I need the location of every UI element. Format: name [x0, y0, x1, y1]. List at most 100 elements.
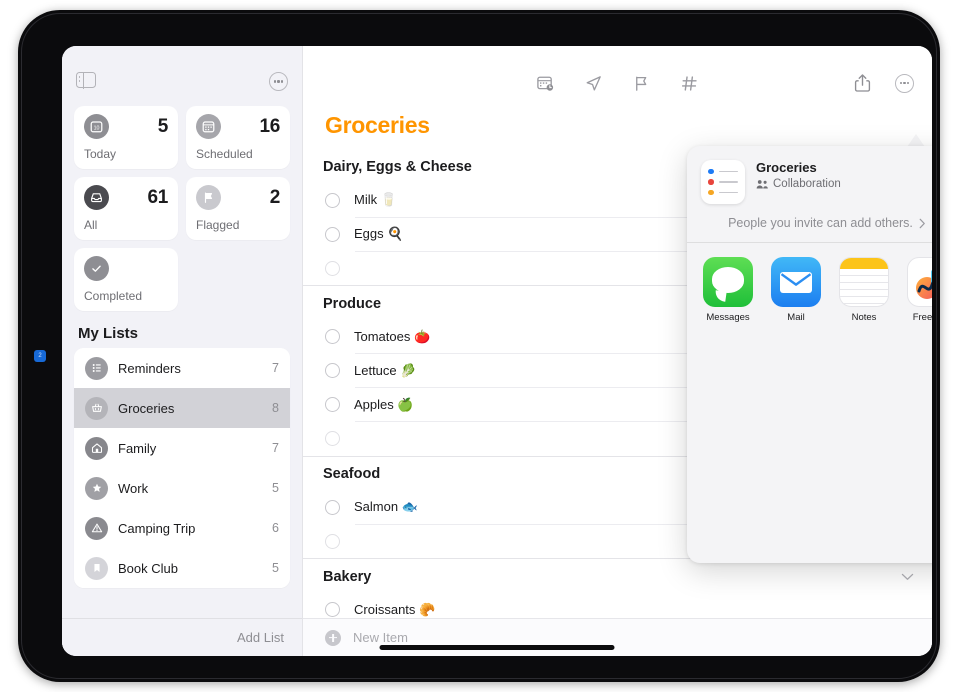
sidebar-more-ellipsis-icon[interactable]	[269, 72, 288, 91]
checkbox-circle[interactable]	[325, 363, 340, 378]
smart-lists-grid: 10 5 Today 16 Scheduled 61 All 2 Flagged…	[62, 106, 302, 311]
chevron-right-icon	[919, 218, 925, 228]
smart-list-count: 16	[259, 115, 280, 137]
sidebar-toolbar	[62, 46, 302, 106]
smart-list-label: Scheduled	[196, 147, 253, 161]
popover-subtitle: Collaboration	[773, 178, 841, 190]
hashtag-icon[interactable]	[679, 72, 701, 94]
reminder-item-label: Croissants 🥐	[354, 601, 436, 617]
smart-list-count: 2	[269, 186, 281, 208]
location-arrow-icon[interactable]	[583, 72, 605, 94]
checkbox-circle[interactable]	[325, 397, 340, 412]
share-target-mail[interactable]: Mail	[769, 257, 823, 324]
my-lists-header: My Lists	[78, 325, 139, 342]
share-popover: Groceries Collaboration People you invit…	[687, 146, 932, 563]
mail-app-icon	[771, 257, 821, 307]
reminder-item-label: Milk 🥛	[354, 192, 397, 207]
add-list-button[interactable]: Add List	[237, 630, 284, 645]
main-toolbar	[303, 46, 932, 106]
new-item-bar[interactable]: New Item	[303, 618, 932, 656]
smart-list-completed[interactable]: Completed	[74, 248, 178, 311]
group-header-label: Dairy, Eggs & Cheese	[323, 159, 472, 175]
bezel-annotation-marker: 2	[34, 350, 46, 362]
sidebar-item-family[interactable]: Family 7	[74, 428, 290, 468]
group-header-bakery[interactable]: Bakery	[303, 559, 932, 593]
group-header-label: Bakery	[323, 568, 372, 585]
share-icon[interactable]	[851, 72, 873, 94]
sidebar-item-count: 8	[272, 401, 279, 415]
reminder-item-label: Salmon 🐟	[354, 499, 418, 514]
sidebar-item-label: Groceries	[118, 400, 175, 416]
bookmark-icon	[85, 556, 108, 580]
share-target-messages[interactable]: Messages	[701, 257, 755, 324]
checkbox-circle[interactable]	[325, 260, 340, 276]
chevron-down-icon[interactable]	[901, 569, 914, 584]
flag-icon	[196, 185, 221, 210]
home-indicator	[379, 645, 615, 650]
share-target-label: Mail	[787, 312, 805, 323]
reminder-item-label: Lettuce 🥬	[354, 362, 417, 378]
messages-app-icon	[703, 257, 753, 307]
checkbox-circle[interactable]	[325, 329, 340, 344]
checkbox-circle[interactable]	[325, 533, 340, 549]
notes-app-icon	[839, 257, 889, 307]
new-item-input[interactable]: New Item	[353, 630, 408, 645]
sidebar-item-camping-trip[interactable]: Camping Trip 6	[74, 508, 290, 548]
calendar-clock-icon[interactable]	[535, 72, 557, 94]
sidebar-item-label: Camping Trip	[118, 520, 196, 536]
checkmark-icon	[84, 256, 109, 281]
sidebar-item-count: 5	[272, 561, 279, 575]
smart-list-scheduled[interactable]: 16 Scheduled	[186, 106, 290, 169]
share-target-label: Notes	[851, 312, 877, 323]
screenshot-root: 2 9:41 AM Mon Jun 10 100%	[0, 0, 958, 692]
sidebar-item-groceries[interactable]: Groceries 8	[74, 388, 290, 428]
sidebar-item-count: 6	[272, 521, 279, 535]
smart-list-label: Completed	[84, 289, 143, 303]
main-toolbar-center-icons	[303, 72, 932, 94]
people-icon	[756, 179, 768, 188]
sidebar-item-label: Book Club	[118, 560, 178, 576]
invite-permission-row[interactable]: People you invite can add others.	[687, 204, 932, 243]
reminder-item-label: Tomatoes 🍅	[354, 328, 431, 344]
popover-subtitle-row: Collaboration	[756, 178, 841, 190]
smart-list-flagged[interactable]: 2 Flagged	[186, 177, 290, 240]
smart-list-today[interactable]: 10 5 Today	[74, 106, 178, 169]
group-header-label: Seafood	[323, 466, 381, 482]
freeform-app-icon	[907, 257, 932, 307]
ipad-device-frame: 2 9:41 AM Mon Jun 10 100%	[18, 10, 940, 682]
ipad-screen: 9:41 AM Mon Jun 10 100%	[62, 46, 932, 656]
sidebar-item-label: Family	[118, 440, 157, 456]
main-more-ellipsis-icon[interactable]	[895, 73, 914, 93]
share-target-notes[interactable]: Notes	[837, 257, 891, 324]
triangle-warning-icon	[85, 516, 108, 540]
checkbox-circle[interactable]	[325, 431, 340, 446]
main-toolbar-right-icons	[851, 72, 914, 94]
reminders-app-icon	[701, 160, 745, 204]
smart-list-label: Flagged	[196, 218, 240, 232]
checkbox-circle[interactable]	[325, 499, 340, 515]
smart-list-label: All	[84, 218, 98, 232]
share-apps-row: Messages Mail Notes Free	[687, 243, 932, 324]
smart-list-count: 61	[147, 186, 168, 208]
checkbox-circle[interactable]	[325, 602, 340, 617]
basket-icon	[85, 396, 108, 420]
sidebar-item-work[interactable]: Work 5	[74, 468, 290, 508]
checkbox-circle[interactable]	[325, 226, 340, 242]
sidebar-item-label: Work	[118, 480, 149, 496]
bulleted-list-icon	[85, 356, 108, 380]
sidebar-item-reminders[interactable]: Reminders 7	[74, 348, 290, 388]
flag-icon[interactable]	[631, 72, 653, 94]
smart-list-all[interactable]: 61 All	[74, 177, 178, 240]
share-target-freeform[interactable]: Freeform	[905, 257, 932, 324]
invite-permission-label: People you invite can add others.	[728, 216, 913, 230]
sidebar-item-count: 7	[272, 441, 279, 455]
popover-header: Groceries Collaboration	[687, 146, 932, 204]
sidebar-toggle-icon[interactable]	[76, 71, 96, 89]
checkbox-circle[interactable]	[325, 192, 340, 208]
smart-list-count: 5	[157, 115, 169, 137]
sidebar: 10 5 Today 16 Scheduled 61 All 2 Flagged…	[62, 46, 302, 656]
page-title: Groceries	[325, 112, 430, 138]
plus-circle-icon[interactable]	[325, 629, 341, 646]
calendar-icon	[196, 114, 221, 139]
sidebar-item-book-club[interactable]: Book Club 5	[74, 548, 290, 588]
